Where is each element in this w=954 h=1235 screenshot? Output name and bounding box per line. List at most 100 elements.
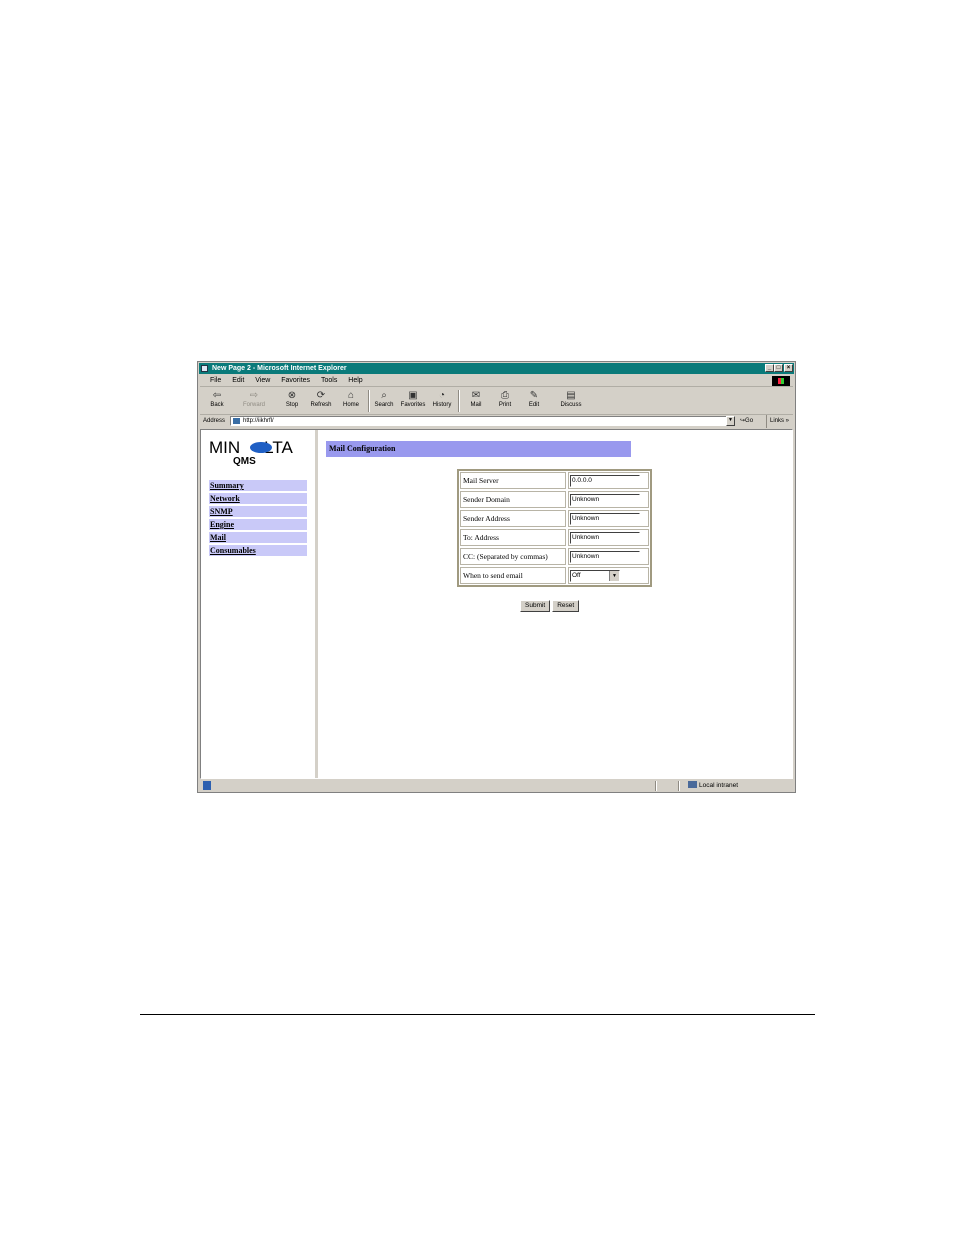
search-button[interactable]: ⌕ Search xyxy=(370,388,398,408)
links-label: Links xyxy=(770,418,785,424)
favorites-button[interactable]: ▣ Favorites xyxy=(399,388,427,408)
form-row: To: Address Unknown xyxy=(460,529,649,546)
nav-item-mail[interactable]: Mail xyxy=(209,532,307,543)
when-to-send-value: Off xyxy=(572,572,581,579)
links-button[interactable]: Links » xyxy=(766,415,789,428)
forward-arrow-icon: ⇨ xyxy=(249,390,259,401)
address-label: Address xyxy=(203,418,226,424)
menu-help[interactable]: Help xyxy=(348,377,362,384)
refresh-icon: ⟳ xyxy=(316,390,326,401)
home-icon: ⌂ xyxy=(347,390,355,401)
address-url: http://iikhrfl/ xyxy=(243,418,274,424)
nav-item-engine[interactable]: Engine xyxy=(209,519,307,530)
maximize-button[interactable]: □ xyxy=(774,364,783,372)
nav-item-consumables[interactable]: Consumables xyxy=(209,545,307,556)
back-arrow-icon: ⇦ xyxy=(212,390,222,401)
menu-favorites[interactable]: Favorites xyxy=(281,377,310,384)
intranet-icon xyxy=(688,781,697,788)
refresh-label: Refresh xyxy=(310,402,332,408)
refresh-button[interactable]: ⟳ Refresh xyxy=(307,388,335,408)
stop-icon: ⊗ xyxy=(287,390,297,401)
right-frame: Mail Configuration Mail Server 0.0.0.0 S… xyxy=(321,430,792,778)
forward-button[interactable]: ⇨ Forward xyxy=(240,388,268,408)
search-icon: ⌕ xyxy=(381,390,387,401)
mail-server-label: Mail Server xyxy=(460,472,566,489)
menu-tools[interactable]: Tools xyxy=(321,377,337,384)
to-address-cell: Unknown xyxy=(568,529,649,546)
favorites-label: Favorites xyxy=(400,402,426,408)
status-bar: Local intranet xyxy=(200,780,793,792)
form-row: Mail Server 0.0.0.0 xyxy=(460,472,649,489)
logo-brand-left: MIN xyxy=(209,438,241,457)
sender-domain-input[interactable]: Unknown xyxy=(570,494,640,506)
menu-edit[interactable]: Edit xyxy=(232,377,244,384)
nav-item-summary[interactable]: Summary xyxy=(209,480,307,491)
minimize-button[interactable]: _ xyxy=(765,364,774,372)
back-button[interactable]: ⇦ Back xyxy=(203,388,231,408)
when-to-send-select[interactable]: Off ▼ xyxy=(570,570,620,582)
print-icon: ⎙ xyxy=(501,390,509,401)
history-icon: ◔ xyxy=(438,390,446,401)
window-title: New Page 2 - Microsoft Internet Explorer xyxy=(212,365,347,372)
to-address-input[interactable]: Unknown xyxy=(570,532,640,544)
submit-button[interactable]: Submit xyxy=(520,600,551,612)
toolbar: ⇦ Back ⇨ Forward ⊗ Stop ⟳ Refresh ⌂ Home… xyxy=(200,387,793,415)
address-bar: Address http://iikhrfl/ ▼ ↪Go Links » xyxy=(200,415,793,428)
page-content: MIN LTA QMS Summary Network SNMP Engine M… xyxy=(200,429,793,779)
discuss-icon: ▤ xyxy=(566,390,576,401)
zone-indicator: Local intranet xyxy=(688,780,738,792)
edit-button[interactable]: ✎ Edit xyxy=(520,388,548,408)
stop-label: Stop xyxy=(285,402,299,408)
discuss-button[interactable]: ▤ Discuss xyxy=(557,388,585,408)
nav-item-snmp[interactable]: SNMP xyxy=(209,506,307,517)
minolta-qms-logo: MIN LTA QMS xyxy=(209,439,309,469)
left-frame: MIN LTA QMS Summary Network SNMP Engine M… xyxy=(201,430,318,778)
title-bar[interactable]: New Page 2 - Microsoft Internet Explorer… xyxy=(199,363,794,374)
form-buttons: Submit Reset xyxy=(520,600,581,618)
back-label: Back xyxy=(210,402,224,408)
page-icon xyxy=(233,418,240,424)
sender-address-input[interactable]: Unknown xyxy=(570,513,640,525)
page-title: Mail Configuration xyxy=(326,441,631,457)
history-button[interactable]: ◔ History xyxy=(428,388,456,408)
forward-label: Forward xyxy=(242,402,265,408)
cc-input[interactable]: Unknown xyxy=(570,551,640,563)
form-row: Sender Address Unknown xyxy=(460,510,649,527)
mail-label: Mail xyxy=(470,402,482,408)
when-to-send-label: When to send email xyxy=(460,567,566,584)
sender-domain-label: Sender Domain xyxy=(460,491,566,508)
edit-icon: ✎ xyxy=(529,390,539,401)
menu-file[interactable]: File xyxy=(210,377,221,384)
stop-button[interactable]: ⊗ Stop xyxy=(278,388,306,408)
cc-cell: Unknown xyxy=(568,548,649,565)
address-input[interactable]: http://iikhrfl/ xyxy=(230,416,735,426)
reset-button[interactable]: Reset xyxy=(552,600,580,612)
discuss-label: Discuss xyxy=(560,402,582,408)
nav-item-network[interactable]: Network xyxy=(209,493,307,504)
to-address-label: To: Address xyxy=(460,529,566,546)
go-button[interactable]: ↪Go xyxy=(740,415,753,428)
mail-icon: ✉ xyxy=(471,390,481,401)
toolbar-separator xyxy=(458,390,460,412)
edit-label: Edit xyxy=(528,402,540,408)
form-row: CC: (Separated by commas) Unknown xyxy=(460,548,649,565)
page-status-icon xyxy=(203,781,211,790)
when-to-send-cell: Off ▼ xyxy=(568,567,649,584)
ie-page-icon xyxy=(201,365,208,372)
mail-button[interactable]: ✉ Mail xyxy=(462,388,490,408)
sender-address-label: Sender Address xyxy=(460,510,566,527)
close-button[interactable]: × xyxy=(784,364,793,372)
sender-domain-cell: Unknown xyxy=(568,491,649,508)
address-dropdown-button[interactable]: ▼ xyxy=(726,416,735,426)
zone-label: Local intranet xyxy=(699,782,739,789)
form-row: When to send email Off ▼ xyxy=(460,567,649,584)
go-label: Go xyxy=(745,418,754,424)
print-button[interactable]: ⎙ Print xyxy=(491,388,519,408)
logo-qms: QMS xyxy=(233,456,256,467)
menu-view[interactable]: View xyxy=(255,377,270,384)
status-divider xyxy=(678,781,680,791)
mail-server-input[interactable]: 0.0.0.0 xyxy=(570,475,640,487)
cc-label: CC: (Separated by commas) xyxy=(460,548,566,565)
home-button[interactable]: ⌂ Home xyxy=(337,388,365,408)
chevron-down-icon: ▼ xyxy=(609,571,619,581)
